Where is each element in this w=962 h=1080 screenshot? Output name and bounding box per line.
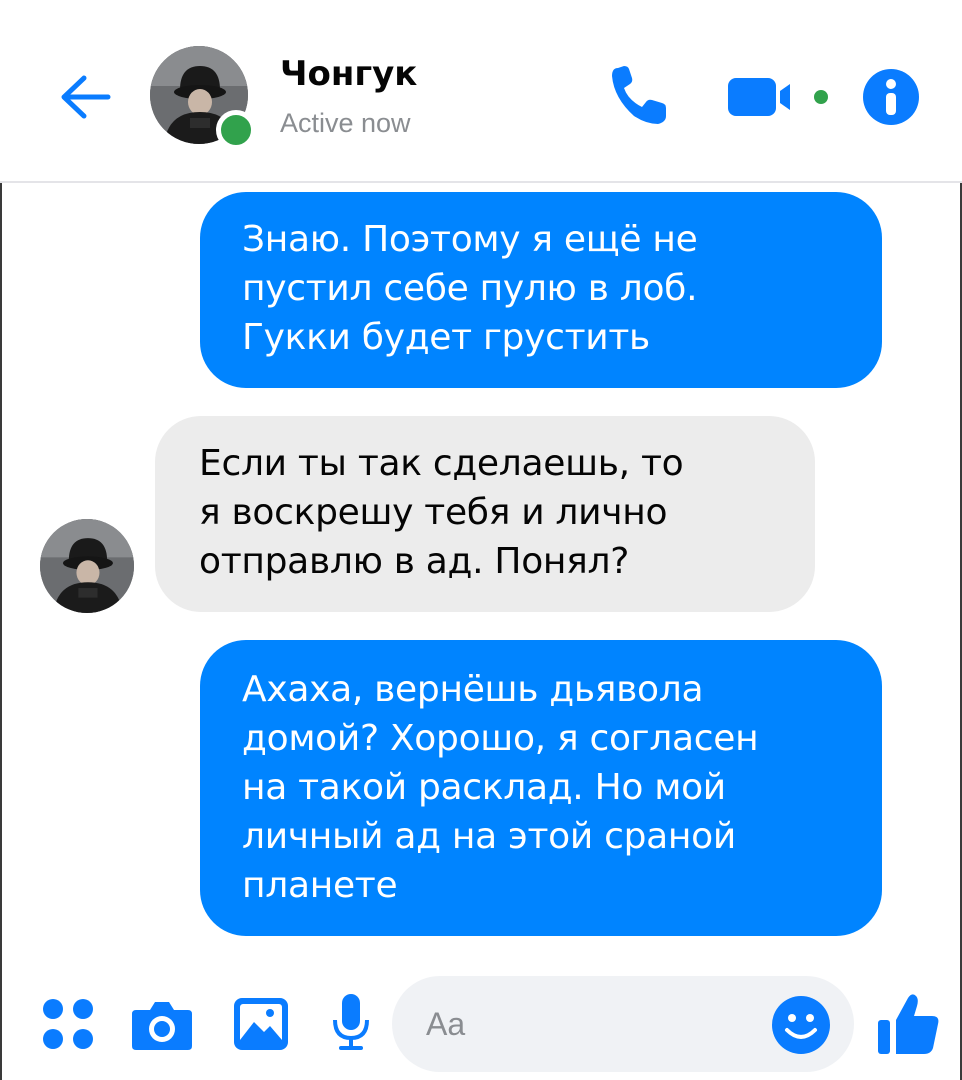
message-input[interactable]: Aa <box>392 976 854 1072</box>
message-line: Гукки будет грустить <box>242 317 650 358</box>
message-line: Если ты так сделаешь, то <box>199 443 684 484</box>
message-line: домой? Хорошо, я согласен <box>242 718 759 759</box>
contact-name[interactable]: Чонгук <box>280 54 417 94</box>
contact-avatar[interactable] <box>150 46 256 150</box>
phone-icon[interactable] <box>604 60 674 130</box>
message-line: отправлю в ад. Понял? <box>199 541 630 582</box>
emoji-icon[interactable] <box>770 994 832 1056</box>
info-icon[interactable] <box>862 68 920 126</box>
message-line: я воскрешу тебя и лично <box>199 492 668 533</box>
message-line: на такой расклад. Но мой <box>242 767 726 808</box>
avatar-photo <box>40 519 134 613</box>
outgoing-message-bubble[interactable]: Ахаха, вернёшь дьявола домой? Хорошо, я … <box>200 640 882 936</box>
gallery-icon[interactable] <box>232 996 290 1052</box>
message-line: Ахаха, вернёшь дьявола <box>242 669 704 710</box>
message-input-placeholder: Aa <box>426 1006 466 1042</box>
message-line: пустил себе пулю в лоб. <box>242 268 698 309</box>
menu-dots-icon[interactable] <box>40 996 96 1052</box>
message-line: личный ад на этой сраной <box>242 816 736 857</box>
incoming-message-bubble[interactable]: Если ты так сделаешь, то я воскрешу тебя… <box>155 416 815 612</box>
header-divider <box>0 181 962 183</box>
contact-status: Active now <box>280 108 411 138</box>
thumbs-up-icon[interactable] <box>876 990 942 1056</box>
camera-icon[interactable] <box>130 996 194 1052</box>
outgoing-message-bubble[interactable]: Знаю. Поэтому я ещё не пустил себе пулю … <box>200 192 882 388</box>
sender-avatar[interactable] <box>40 519 134 613</box>
message-line: планете <box>242 865 398 906</box>
back-arrow-icon[interactable] <box>54 66 116 128</box>
chat-header: Чонгук Active now <box>0 0 962 182</box>
online-status-indicator <box>216 110 256 150</box>
microphone-icon[interactable] <box>330 992 372 1054</box>
video-camera-icon[interactable] <box>728 74 832 120</box>
message-line: Знаю. Поэтому я ещё не <box>242 219 698 260</box>
